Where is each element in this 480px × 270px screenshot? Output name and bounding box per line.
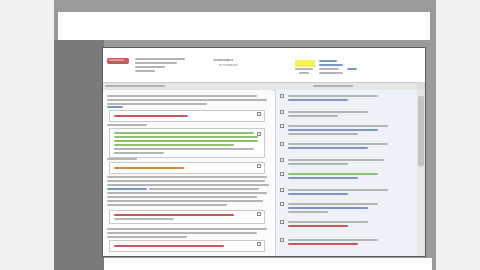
highlight-box-green xyxy=(109,128,265,158)
comment-marker[interactable] xyxy=(257,242,261,246)
comment-item[interactable] xyxy=(280,202,416,218)
highlight-box-red xyxy=(109,210,265,224)
scroll-up-button[interactable] xyxy=(417,82,425,89)
logo-text: EXPERIAN xyxy=(109,58,125,62)
status-badge xyxy=(295,60,315,67)
center-title-text: ASSESSMENT xyxy=(213,58,234,62)
comment-item[interactable] xyxy=(280,110,416,124)
vertical-scrollbar[interactable] xyxy=(417,90,425,256)
comment-item[interactable] xyxy=(280,142,416,158)
comment-item[interactable] xyxy=(280,94,416,108)
app-window: EXPERIAN ASSESSMENT IN SUMMARY xyxy=(54,0,436,270)
window-top-strip xyxy=(58,12,430,40)
comment-item[interactable] xyxy=(280,124,416,140)
left-gutter xyxy=(54,40,104,270)
scrollbar-thumb[interactable] xyxy=(418,96,424,166)
document-header: EXPERIAN ASSESSMENT IN SUMMARY xyxy=(103,48,425,81)
comment-item[interactable] xyxy=(280,172,416,188)
comment-marker[interactable] xyxy=(257,212,261,216)
highlight-box-1 xyxy=(109,110,265,122)
comment-item[interactable] xyxy=(280,238,416,254)
comment-item[interactable] xyxy=(280,220,416,236)
highlight-box-orange xyxy=(109,162,265,174)
comment-marker[interactable] xyxy=(257,132,261,136)
center-title-sub: IN SUMMARY xyxy=(219,63,239,67)
comments-panel xyxy=(275,90,420,256)
comment-marker[interactable] xyxy=(257,112,261,116)
document-body xyxy=(103,90,273,256)
logo: EXPERIAN xyxy=(107,58,129,64)
link-view[interactable] xyxy=(347,68,357,70)
document-page: EXPERIAN ASSESSMENT IN SUMMARY xyxy=(102,47,426,257)
bottom-strip xyxy=(104,258,432,270)
highlight-box-red-2 xyxy=(109,240,265,252)
comment-marker[interactable] xyxy=(257,164,261,168)
